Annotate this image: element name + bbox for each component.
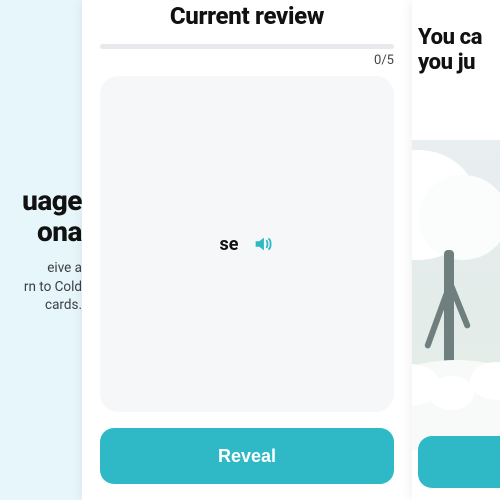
- flashcard-word: se: [220, 234, 239, 255]
- promo-title-line: you ju: [418, 50, 475, 75]
- intro-description: eive a rn to Cold cards.: [0, 259, 82, 314]
- intro-title: uage ona: [0, 186, 82, 248]
- promo-title-line: You ca: [418, 25, 482, 50]
- review-title: Current review: [100, 2, 394, 30]
- progress: 0/5: [100, 44, 394, 68]
- promo-title: You ca you ju: [418, 26, 482, 75]
- progress-count: 0/5: [100, 53, 394, 68]
- reveal-button[interactable]: Reveal: [100, 428, 394, 484]
- flashcard[interactable]: se: [100, 76, 394, 412]
- intro-title-line: uage: [22, 184, 82, 217]
- intro-desc-line: rn to Cold: [24, 279, 82, 295]
- tree-trunk: [444, 250, 454, 370]
- intro-text-block: uage ona eive a rn to Cold cards.: [0, 186, 82, 314]
- intro-desc-line: eive a: [47, 260, 82, 276]
- tree-canopy: [418, 175, 500, 260]
- snow-bush: [428, 376, 474, 410]
- promo-panel: You ca you ju: [412, 0, 500, 500]
- flashcard-content: se: [220, 233, 275, 255]
- intro-panel: uage ona eive a rn to Cold cards.: [0, 0, 82, 500]
- progress-bar: [100, 44, 394, 49]
- intro-desc-line: cards.: [45, 297, 82, 313]
- intro-title-line: ona: [37, 215, 82, 248]
- promo-cta-button[interactable]: [418, 436, 500, 488]
- review-panel: Current review 0/5 se Reveal: [82, 0, 412, 500]
- app-screenshots-row: uage ona eive a rn to Cold cards. Curren…: [0, 0, 500, 500]
- speaker-icon[interactable]: [252, 233, 274, 255]
- winter-illustration: [412, 140, 500, 440]
